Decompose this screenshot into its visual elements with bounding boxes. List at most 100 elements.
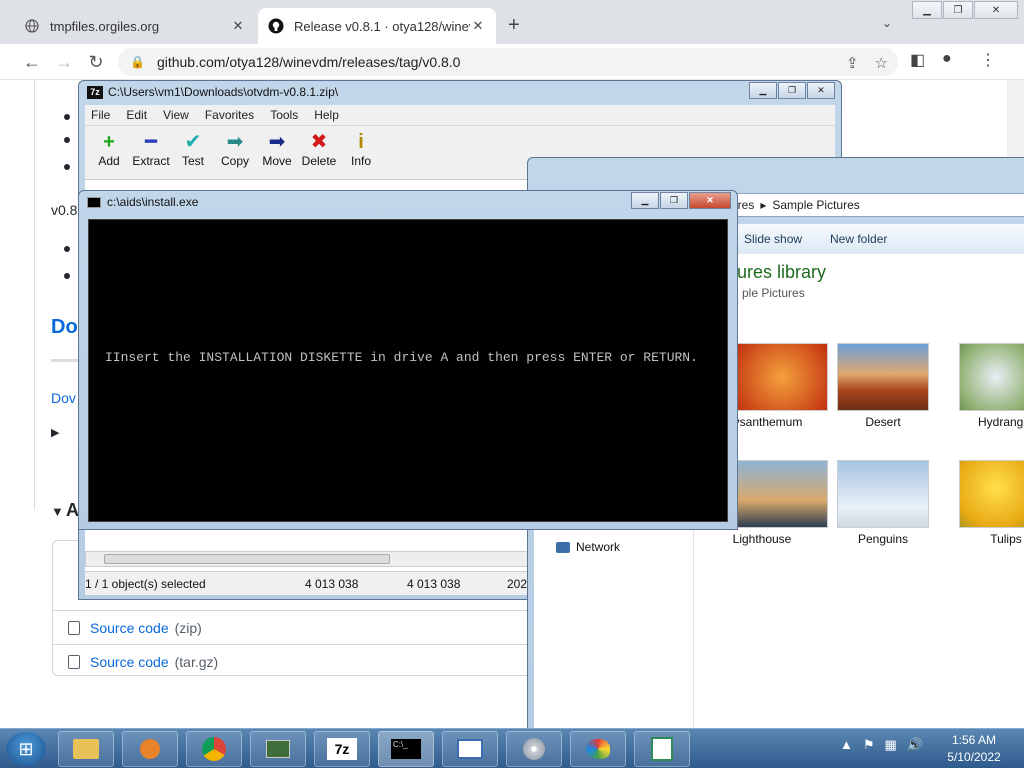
slide-show-button[interactable]: Slide show — [744, 232, 802, 246]
close-tab-icon[interactable]: ✕ — [230, 18, 246, 34]
tab-search-icon[interactable]: ⌄ — [882, 16, 892, 30]
collapse-caret-icon[interactable]: ▼ — [51, 504, 64, 519]
side-panel-icon[interactable]: ◧ — [910, 50, 925, 70]
minimize-button[interactable]: ▁ — [631, 192, 659, 209]
menu-favorites[interactable]: Favorites — [205, 108, 254, 122]
taskbar-media-player[interactable] — [122, 731, 178, 767]
tool-label: Info — [350, 154, 371, 168]
maximize-button[interactable]: ❐ — [943, 1, 973, 19]
forward-icon[interactable]: → — [52, 50, 76, 74]
asset-link[interactable]: Source code — [90, 620, 169, 636]
clock-time: 1:56 AM — [951, 733, 997, 747]
add-button[interactable]: + Add — [87, 130, 131, 168]
asset-row-source-targz[interactable]: Source code (tar.gz) — [52, 644, 532, 678]
window-title: c:\aids\install.exe — [87, 195, 198, 209]
tab-tmpfiles[interactable]: tmpfiles.orgiles.org ✕ — [14, 8, 256, 44]
window-title: 7z C:\Users\vm1\Downloads\otvdm-v0.8.1.z… — [87, 85, 338, 99]
copy-button[interactable]: ➡ Copy — [213, 130, 257, 168]
close-tab-icon[interactable]: ✕ — [470, 18, 486, 34]
minimize-button[interactable]: ▁ — [749, 82, 777, 99]
taskbar-cmd[interactable]: C:\_ — [378, 731, 434, 767]
download-link[interactable]: Dov — [51, 390, 76, 406]
close-button[interactable]: ✕ — [807, 82, 835, 99]
show-hidden-icons-icon[interactable]: ▲ — [840, 737, 853, 753]
address-bar[interactable]: 🔒 github.com/otya128/winevdm/releases/ta… — [118, 48, 898, 76]
bookmark-star-icon[interactable]: ☆ — [875, 54, 888, 72]
test-checkmark-icon: ✔ — [184, 131, 202, 153]
expand-caret-icon[interactable]: ▶ — [51, 426, 59, 439]
move-button[interactable]: ➡ Move — [255, 130, 299, 168]
maximize-button[interactable]: ❐ — [660, 192, 688, 209]
taskbar-7zip[interactable]: 7z — [314, 731, 370, 767]
media-player-icon — [140, 739, 160, 759]
network-status-icon[interactable]: ▦ — [885, 737, 897, 753]
nav-network[interactable]: Network — [556, 540, 620, 554]
tab-github-release[interactable]: Release v0.8.1 · otya128/winevdm ✕ — [258, 8, 496, 44]
menu-bar: File Edit View Favorites Tools Help — [85, 105, 835, 125]
taskbar-paint[interactable] — [570, 731, 626, 767]
horizontal-scrollbar[interactable] — [85, 551, 535, 567]
console-screen[interactable]: IInsert the INSTALLATION DISKETTE in dri… — [88, 219, 728, 522]
thumbnail-label: Hydrange — [977, 415, 1024, 429]
taskbar-window[interactable] — [442, 731, 498, 767]
info-button[interactable]: i Info — [339, 130, 383, 168]
list-bullet — [64, 273, 70, 279]
share-icon[interactable]: ⇪ — [846, 54, 859, 72]
menu-tools[interactable]: Tools — [270, 108, 298, 122]
github-icon — [268, 18, 284, 34]
reload-icon[interactable]: ↻ — [84, 50, 108, 74]
close-button[interactable]: ✕ — [974, 1, 1018, 19]
menu-edit[interactable]: Edit — [126, 108, 147, 122]
console-window[interactable]: c:\aids\install.exe ▁ ❐ ✕ IInsert the IN… — [78, 190, 738, 530]
profile-avatar-icon[interactable]: ● — [942, 50, 952, 68]
new-tab-button[interactable]: + — [508, 14, 520, 37]
lock-icon: 🔒 — [130, 55, 145, 69]
start-button[interactable]: ⊞ — [6, 732, 46, 766]
download-heading: Do — [51, 316, 78, 338]
list-bullet — [64, 137, 70, 143]
menu-help[interactable]: Help — [314, 108, 339, 122]
minimize-button[interactable]: ▁ — [912, 1, 942, 19]
extract-icon: ━ — [144, 131, 158, 153]
volume-icon[interactable]: 🔊 — [907, 737, 923, 753]
close-button[interactable]: ✕ — [689, 192, 731, 209]
menu-file[interactable]: File — [91, 108, 110, 122]
asset-row-source-zip[interactable]: Source code (zip) — [52, 610, 532, 644]
sevenzip-icon: 7z — [327, 738, 357, 760]
thumbnail-hydrangeas[interactable] — [959, 343, 1024, 411]
maximize-button[interactable]: ❐ — [778, 82, 806, 99]
test-button[interactable]: ✔ Test — [171, 130, 215, 168]
thumbnail-chrysanthemum[interactable] — [736, 343, 828, 411]
browser-toolbar: ← → ↻ 🔒 github.com/otya128/winevdm/relea… — [0, 44, 1024, 80]
new-folder-button[interactable]: New folder — [830, 232, 887, 246]
cmd-icon: C:\_ — [391, 739, 421, 759]
menu-view[interactable]: View — [163, 108, 189, 122]
add-icon: + — [103, 131, 115, 153]
taskbar-explorer[interactable] — [58, 731, 114, 767]
thumbnail-lighthouse[interactable] — [736, 460, 828, 528]
delete-button[interactable]: ✖ Delete — [297, 130, 341, 168]
tab-strip: tmpfiles.orgiles.org ✕ Release v0.8.1 · … — [0, 0, 1024, 44]
back-icon[interactable]: ← — [20, 50, 44, 74]
clock-date: 5/10/2022 — [947, 750, 1001, 764]
dvd-icon — [523, 738, 545, 760]
thumbnail-desert[interactable] — [837, 343, 929, 411]
taskbar-chrome[interactable] — [186, 731, 242, 767]
action-center-flag-icon[interactable]: ⚑ — [863, 737, 875, 753]
thumbnail-tulips[interactable] — [959, 460, 1024, 528]
scrollbar-thumb[interactable] — [104, 554, 390, 564]
library-subtitle: ple Pictures — [742, 286, 805, 300]
clock[interactable]: 1:56 AM 5/10/2022 — [934, 732, 1014, 766]
tool-label: Copy — [220, 154, 249, 168]
extract-button[interactable]: ━ Extract — [129, 130, 173, 168]
taskbar-dvd[interactable] — [506, 731, 562, 767]
asset-link[interactable]: Source code — [90, 654, 169, 670]
menu-kebab-icon[interactable]: ⋮ — [980, 50, 996, 70]
list-bullet — [64, 164, 70, 170]
asset-ext: (tar.gz) — [174, 653, 219, 670]
breadcrumb-current[interactable]: Sample Pictures — [772, 198, 859, 212]
taskbar-notepad[interactable] — [634, 731, 690, 767]
taskbar-network[interactable] — [250, 731, 306, 767]
move-arrow-icon: ➡ — [268, 131, 286, 153]
thumbnail-penguins[interactable] — [837, 460, 929, 528]
